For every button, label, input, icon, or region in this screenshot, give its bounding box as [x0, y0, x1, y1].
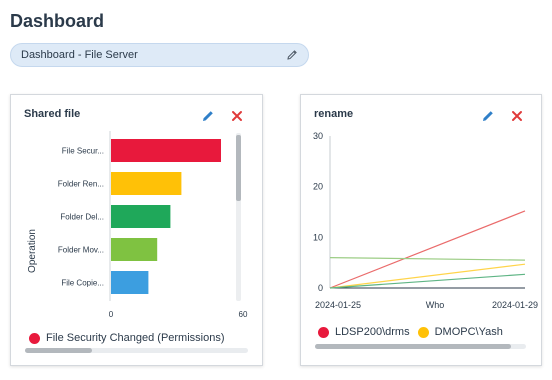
horizontal-scrollbar[interactable] — [315, 344, 526, 349]
legend-swatch — [417, 326, 429, 338]
category-tick-label: Folder Ren... — [58, 180, 104, 189]
bar[interactable] — [111, 271, 149, 294]
series-line[interactable] — [329, 257, 526, 261]
y-tick-label: 10 — [313, 232, 323, 242]
horizontal-scrollbar-thumb[interactable] — [315, 344, 511, 349]
legend: LDSP200\drms DMOPC\Yash — [318, 326, 503, 338]
category-tick-label: File Secur... — [62, 147, 104, 156]
legend-item[interactable]: File Security Changed (Permissions) — [29, 332, 225, 344]
legend-label[interactable]: DMOPC\Yash — [435, 326, 503, 338]
category-tick-label: Folder Del... — [60, 213, 104, 222]
bar[interactable] — [111, 139, 221, 162]
widget-shared-file: Shared file Operation File Secur... Folde… — [10, 94, 263, 366]
y-tick-label: 20 — [313, 182, 323, 192]
y-axis-label: Operation — [27, 229, 38, 273]
horizontal-scrollbar-thumb[interactable] — [25, 348, 92, 353]
x-axis-label: Who — [426, 300, 445, 310]
widget-rename: rename Who 0 10 20 30 2024-01-25 2024-01-29 L… — [300, 94, 542, 366]
line-chart: Who 0 10 20 30 2024-01-25 2024-01-29 — [313, 131, 538, 310]
bar[interactable] — [111, 238, 158, 261]
x-tick-label: 2024-01-25 — [315, 300, 361, 310]
vertical-scrollbar-thumb[interactable] — [236, 135, 241, 201]
category-tick-label: File Copie... — [61, 279, 104, 288]
bar[interactable] — [111, 205, 171, 228]
bar-chart: Operation File Secur... Folder Ren... Fold… — [27, 131, 248, 319]
legend-label: File Security Changed (Permissions) — [46, 332, 225, 344]
page-title: Dashboard — [10, 11, 105, 31]
bar[interactable] — [111, 172, 182, 195]
dashboard-selector-value: Dashboard - File Server — [21, 49, 138, 61]
y-tick-label: 30 — [313, 131, 323, 141]
legend-swatch — [318, 326, 329, 338]
x-tick-label: 2024-01-29 — [492, 300, 538, 310]
legend-swatch — [29, 332, 40, 344]
legend-label[interactable]: LDSP200\drms — [335, 326, 410, 338]
y-tick-label: 0 — [318, 283, 323, 293]
x-tick-label: 60 — [239, 310, 248, 319]
category-tick-label: Folder Mov... — [58, 246, 104, 255]
dashboard-selector[interactable]: Dashboard - File Server — [10, 43, 309, 67]
pencil-icon[interactable] — [286, 49, 298, 61]
horizontal-scrollbar[interactable] — [25, 348, 248, 353]
x-tick-label: 0 — [109, 310, 114, 319]
